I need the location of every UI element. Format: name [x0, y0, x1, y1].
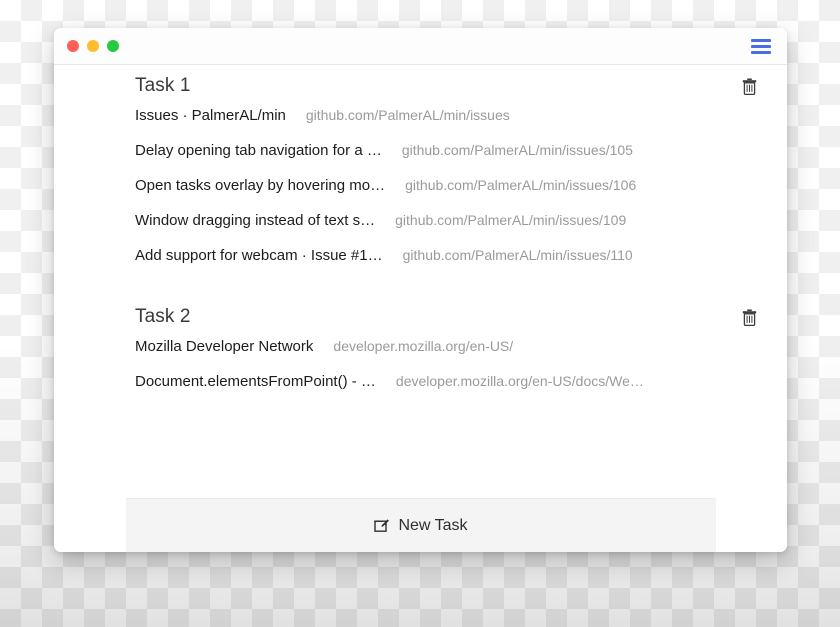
minimize-window-button[interactable] [87, 40, 99, 52]
hamburger-bar [751, 38, 771, 42]
task-title: Task 2 [135, 306, 191, 327]
list-item[interactable]: Open tasks overlay by hovering mo… githu… [54, 177, 787, 212]
task-group-spacer [54, 282, 787, 296]
list-item[interactable]: Window dragging instead of text s… githu… [54, 212, 787, 247]
task-group: Task 2 Mozilla Developer Network develop… [54, 296, 787, 408]
list-item-url: developer.mozilla.org/en-US/ [333, 338, 514, 354]
trash-icon[interactable] [739, 307, 759, 327]
edit-square-icon [373, 518, 390, 534]
list-item-title: Window dragging instead of text s… [135, 212, 376, 229]
hamburger-bar [751, 50, 771, 54]
task-group: Task 1 Issues · PalmerAL/min github.com/… [54, 65, 787, 282]
list-item-url: github.com/PalmerAL/min/issues/105 [401, 142, 633, 158]
list-item-url: github.com/PalmerAL/min/issues [305, 107, 510, 123]
task-rows: Issues · PalmerAL/min github.com/PalmerA… [54, 107, 787, 282]
footer: New Task [54, 498, 787, 552]
list-item-title: Document.elementsFromPoint() - … [135, 373, 376, 390]
list-item[interactable]: Document.elementsFromPoint() - … develop… [54, 373, 787, 408]
list-item[interactable]: Mozilla Developer Network developer.mozi… [54, 338, 787, 373]
list-item[interactable]: Delay opening tab navigation for a … git… [54, 142, 787, 177]
list-item-title: Mozilla Developer Network [135, 338, 314, 355]
list-item-url: github.com/PalmerAL/min/issues/106 [405, 177, 637, 193]
list-item[interactable]: Add support for webcam · Issue #1… githu… [54, 247, 787, 282]
list-item[interactable]: Issues · PalmerAL/min github.com/PalmerA… [54, 107, 787, 142]
trash-icon[interactable] [739, 76, 759, 96]
task-header: Task 1 [54, 65, 787, 107]
task-list-container: Task 1 Issues · PalmerAL/min github.com/… [54, 65, 787, 552]
app-window: Task 1 Issues · PalmerAL/min github.com/… [54, 28, 787, 552]
task-header: Task 2 [54, 296, 787, 338]
list-item-title: Issues · PalmerAL/min [135, 107, 286, 124]
list-item-url: github.com/PalmerAL/min/issues/109 [395, 212, 627, 228]
list-item-url: developer.mozilla.org/en-US/docs/We… [395, 373, 644, 389]
hamburger-menu-icon[interactable] [751, 37, 773, 55]
window-titlebar [54, 28, 787, 65]
list-item-title: Add support for webcam · Issue #1… [135, 247, 383, 264]
traffic-light-group [67, 40, 119, 52]
list-item-url: github.com/PalmerAL/min/issues/110 [402, 247, 633, 263]
list-item-title: Delay opening tab navigation for a … [135, 142, 382, 159]
new-task-button[interactable]: New Task [125, 498, 716, 552]
new-task-label: New Task [398, 516, 468, 534]
close-window-button[interactable] [67, 40, 79, 52]
task-title: Task 1 [135, 75, 191, 96]
task-rows: Mozilla Developer Network developer.mozi… [54, 338, 787, 408]
list-item-title: Open tasks overlay by hovering mo… [135, 177, 386, 194]
hamburger-bar [751, 44, 771, 48]
maximize-window-button[interactable] [107, 40, 119, 52]
